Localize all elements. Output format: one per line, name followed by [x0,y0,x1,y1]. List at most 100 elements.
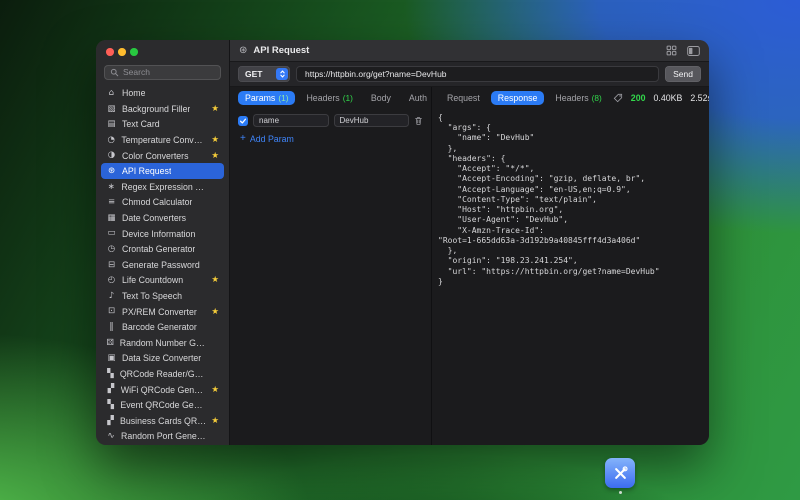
sidebar-item-api-request[interactable]: ⊛ API Request ★ [101,163,224,179]
tools-icon [611,464,630,483]
response-body: { "args": { "name": "DevHub" }, "headers… [432,109,709,445]
sidebar-item-label: Crontab Generator [122,244,195,254]
search-placeholder: Search [123,67,150,77]
minimize-button[interactable] [118,48,126,56]
sidebar-item-life-countdown[interactable]: ◴ Life Countdown ★ [101,273,224,289]
window-titlebar: ⊛ API Request [230,40,709,62]
image-icon: ▧ [106,105,117,114]
sidebar-item-regex-expression-test[interactable]: ∗ Regex Expression Test ★ [101,179,224,195]
plus-icon: + [240,134,246,144]
sidebar-item-label: Barcode Generator [122,322,197,332]
grid-view-icon[interactable] [666,45,677,56]
sidebar-item-label: WiFi QRCode Generator [121,385,207,395]
sidebar-item-date-converters[interactable]: ▦ Date Converters ★ [101,210,224,226]
tab-auth[interactable]: Auth [402,91,434,105]
sidebar-item-rsa-key-generator[interactable]: ⊶ RSA Key Generator ★ [101,444,224,445]
palette-icon: ◑ [106,151,117,160]
close-button[interactable] [106,48,114,56]
api-request-tool-icon: ⊛ [239,45,247,56]
param-value-input[interactable]: DevHub [334,114,410,127]
home-icon: ⌂ [106,89,117,98]
request-pane: Params (1) Headers (1) Body [230,87,432,445]
sidebar-item-color-converters[interactable]: ◑ Color Converters ★ [101,148,224,164]
port-icon: ∿ [106,432,116,441]
tab-headers-request[interactable]: Headers (1) [299,91,359,105]
qrcode-icon: ▞ [106,417,115,426]
favorite-star-icon: ★ [211,275,219,285]
sidebar-item-data-size-converter[interactable]: ▣ Data Size Converter ★ [101,351,224,367]
sidebar-item-label: Text Card [122,119,160,129]
sidebar-item-qrcode-reader-generator[interactable]: ▚ QRCode Reader/Generator ★ [101,366,224,382]
tab-request[interactable]: Request [440,91,487,105]
add-param-label: Add Param [250,134,294,144]
window-controls [96,40,229,63]
sidebar-item-label: QRCode Reader/Generator [120,369,207,379]
dock-app-icon[interactable] [605,458,635,488]
sidebar-item-text-to-speech[interactable]: ♪ Text To Speech ★ [101,288,224,304]
sidebar-item-label: Device Information [122,229,195,239]
display-icon: ▭ [106,229,117,238]
dice-icon: ⚄ [106,339,115,348]
globe-network-icon: ⊛ [106,167,117,176]
param-checkbox[interactable] [238,116,248,126]
tab-count-badge: (1) [343,93,353,103]
toggle-sidebar-icon[interactable] [687,46,700,56]
sidebar-item-label: Life Countdown [122,275,183,285]
delete-param-icon[interactable] [414,116,423,126]
timer-icon: ◴ [106,276,117,285]
sidebar-item-label: Random Port Generator [121,431,206,441]
sidebar-item-label: Chmod Calculator [122,197,192,207]
status-code: 200 [631,93,646,103]
param-key-input[interactable]: name [253,114,329,127]
tab-count-badge: (1) [278,93,288,103]
sidebar-item-px-rem-converter[interactable]: ⊡ PX/REM Converter ★ [101,304,224,320]
sidebar-item-label: Business Cards QRCode... [120,416,206,426]
thermometer-icon: ◔ [106,136,116,145]
tab-body[interactable]: Body [364,91,398,105]
sidebar-item-label: Data Size Converter [122,353,201,363]
sidebar-item-label: API Request [122,166,171,176]
sidebar-item-crontab-generator[interactable]: ◷ Crontab Generator ★ [101,241,224,257]
method-select[interactable]: GET [238,66,290,82]
sidebar-item-label: PX/REM Converter [122,307,197,317]
main-area: ⊛ API Request [230,40,709,445]
sidebar-item-chmod-calculator[interactable]: ≡ Chmod Calculator ★ [101,195,224,211]
param-row: name DevHub [238,114,423,127]
sidebar-item-random-number-generator[interactable]: ⚄ Random Number Generator ★ [101,335,224,351]
window-title: API Request [253,45,309,56]
sidebar-item-device-information[interactable]: ▭ Device Information ★ [101,226,224,242]
app-window: Search ⌂ Home ★ ▧ Background Filler ★ [96,40,709,445]
sidebar-item-generate-password[interactable]: ⊟ Generate Password ★ [101,257,224,273]
sidebar-item-label: Generate Password [122,260,200,270]
sidebar-item-business-cards-qrcode[interactable]: ▞ Business Cards QRCode... ★ [101,413,224,429]
sidebar-item-random-port-generator[interactable]: ∿ Random Port Generator ★ [101,429,224,445]
qrcode-icon: ▞ [106,385,116,394]
sidebar-item-text-card[interactable]: ▤ Text Card ★ [101,117,224,133]
request-tabs: Params (1) Headers (1) Body [230,87,431,109]
tab-headers-response[interactable]: Headers (8) [548,91,608,105]
add-param-button[interactable]: + Add Param [240,134,431,144]
favorite-star-icon: ★ [211,385,219,395]
sidebar-item-temperature-converter[interactable]: ◔ Temperature Converter ★ [101,132,224,148]
barcode-icon: ‖ [106,323,117,332]
favorite-star-icon: ★ [211,151,219,161]
url-input[interactable]: https://httpbin.org/get?name=DevHub [296,66,659,82]
tab-params[interactable]: Params (1) [238,91,295,105]
sidebar-item-label: Date Converters [122,213,186,223]
password-field-icon: ⊟ [106,261,117,270]
sidebar-item-background-filler[interactable]: ▧ Background Filler ★ [101,101,224,117]
zoom-button[interactable] [130,48,138,56]
sidebar-item-home[interactable]: ⌂ Home ★ [101,86,224,102]
sidebar-item-barcode-generator[interactable]: ‖ Barcode Generator ★ [101,319,224,335]
text-card-icon: ▤ [106,120,117,129]
search-input[interactable]: Search [104,65,221,80]
sidebar-item-label: Home [122,88,145,98]
tag-icon [613,93,623,103]
tab-response[interactable]: Response [491,91,545,105]
send-button[interactable]: Send [665,66,701,82]
ruler-icon: ⊡ [106,307,117,316]
favorite-star-icon: ★ [211,416,219,426]
desktop-wallpaper: Search ⌂ Home ★ ▧ Background Filler ★ [0,0,800,500]
sidebar-item-event-qrcode-generator[interactable]: ▚ Event QRCode Generator ★ [101,397,224,413]
sidebar-item-wifi-qrcode-generator[interactable]: ▞ WiFi QRCode Generator ★ [101,382,224,398]
